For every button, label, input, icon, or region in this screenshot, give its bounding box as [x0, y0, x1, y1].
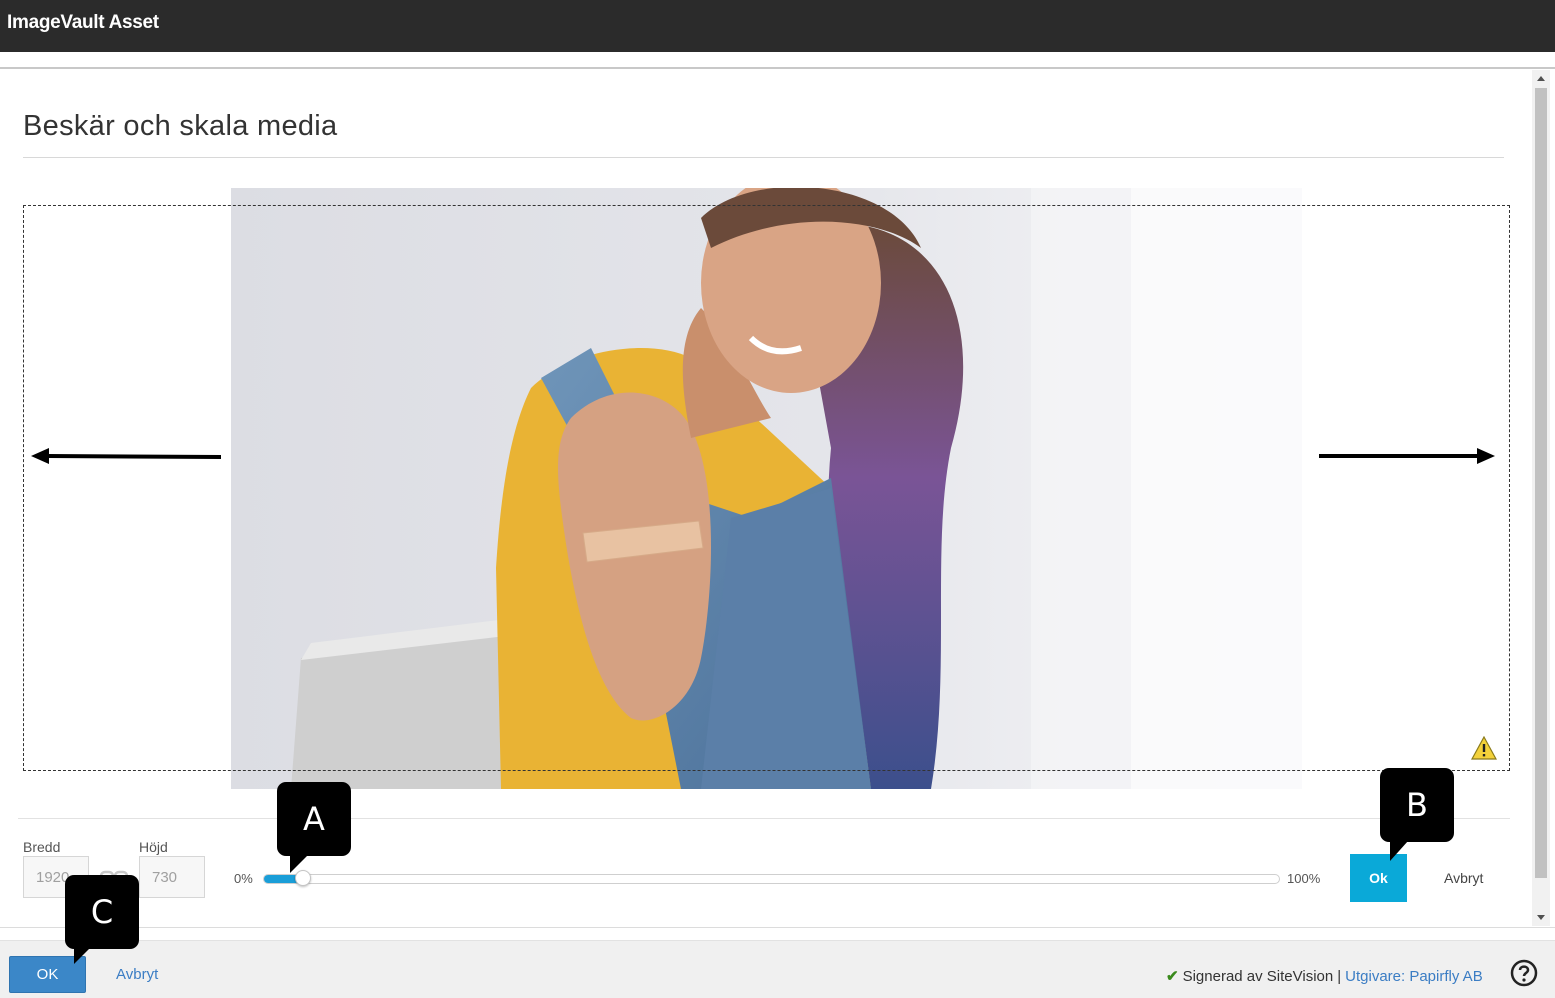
crop-area[interactable] [23, 205, 1510, 771]
height-label: Höjd [139, 839, 168, 855]
callout-c: C [65, 875, 139, 949]
check-icon: ✔ [1166, 968, 1179, 985]
crop-ok-button[interactable]: Ok [1350, 854, 1407, 902]
signature-separator: | [1337, 968, 1342, 985]
scale-slider-track[interactable] [263, 874, 1280, 884]
vertical-scrollbar[interactable] [1532, 70, 1550, 926]
warning-icon [1470, 735, 1498, 760]
callout-a: A [277, 782, 351, 856]
slider-min-label: 0% [234, 871, 253, 886]
callout-a-tail [290, 855, 308, 873]
help-icon[interactable] [1510, 959, 1538, 987]
crop-cancel-link[interactable]: Avbryt [1444, 870, 1483, 886]
window-titlebar: ImageVault Asset [0, 0, 1555, 52]
height-input[interactable] [139, 856, 205, 898]
width-label: Bredd [23, 839, 61, 855]
signature-info: ✔ Signerad av SiteVision | Utgivare: Papirf… [1166, 967, 1483, 985]
window-title: ImageVault Asset [7, 12, 159, 33]
dialog-cancel-link[interactable]: Avbryt [116, 966, 158, 983]
publisher-link[interactable]: Utgivare: Papirfly AB [1345, 968, 1483, 985]
signed-by-text: Signerad av SiteVision [1182, 968, 1334, 985]
callout-c-tail [74, 948, 90, 964]
slider-max-label: 100% [1287, 871, 1321, 886]
titlebar-divider [0, 67, 1555, 69]
callout-b-tail [1390, 841, 1408, 861]
page-title: Beskär och skala media [23, 110, 338, 142]
scroll-up-arrow-icon[interactable] [1537, 76, 1545, 81]
footer-divider [0, 927, 1555, 928]
scrollbar-thumb[interactable] [1535, 88, 1547, 878]
controls-divider [18, 818, 1510, 819]
arrow-right-icon [1319, 446, 1497, 466]
arrow-left-icon [31, 446, 223, 466]
callout-b: B [1380, 768, 1454, 842]
scroll-down-arrow-icon[interactable] [1537, 915, 1545, 920]
heading-divider [23, 157, 1504, 158]
